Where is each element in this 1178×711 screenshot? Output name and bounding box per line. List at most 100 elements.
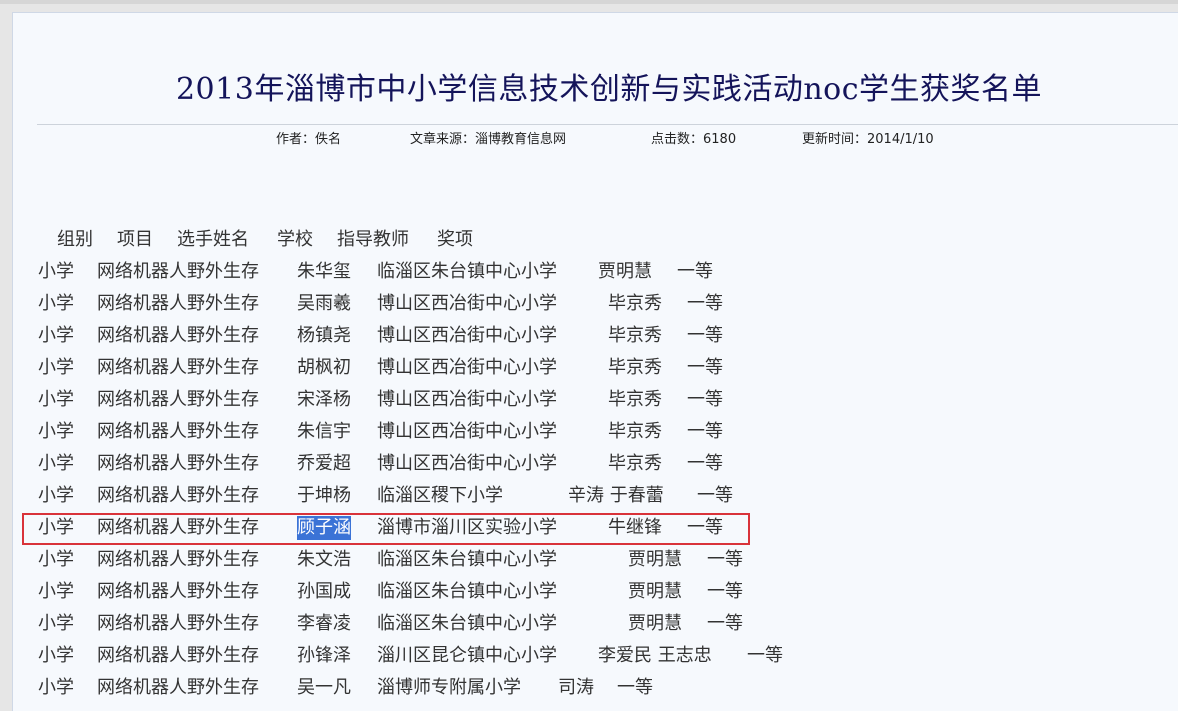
meta-source: 文章来源：淄博教育信息网 bbox=[410, 128, 566, 147]
meta-source-label: 文章来源： bbox=[410, 132, 476, 147]
cell-school: 博山区西冶街中心小学 bbox=[377, 293, 557, 314]
meta-hits-value: 6180 bbox=[703, 132, 737, 147]
cell-name: 杨镇尧 bbox=[297, 325, 351, 346]
cell-project: 网络机器人野外生存 bbox=[97, 389, 259, 410]
cell-award: 一等 bbox=[707, 549, 743, 570]
cell-name: 宋泽杨 bbox=[297, 389, 351, 410]
cell-teacher: 毕京秀 bbox=[608, 325, 662, 346]
cell-project: 网络机器人野外生存 bbox=[97, 613, 259, 634]
cell-school: 临淄区朱台镇中心小学 bbox=[377, 613, 557, 634]
cell-award: 一等 bbox=[687, 421, 723, 442]
meta-author: 作者：佚名 bbox=[276, 128, 341, 147]
meta-source-value: 淄博教育信息网 bbox=[475, 132, 567, 147]
header-project: 项目 bbox=[117, 229, 153, 250]
cell-teacher: 毕京秀 bbox=[608, 389, 662, 410]
cell-teacher: 毕京秀 bbox=[608, 453, 662, 474]
cell-project: 网络机器人野外生存 bbox=[97, 357, 259, 378]
cell-teacher: 毕京秀 bbox=[608, 293, 662, 314]
cell-name: 朱信宇 bbox=[297, 421, 351, 442]
meta-hits-label: 点击数： bbox=[651, 132, 704, 147]
cell-name: 胡枫初 bbox=[297, 357, 351, 378]
cell-name: 吴一凡 bbox=[297, 677, 351, 698]
cell-award: 一等 bbox=[687, 389, 723, 410]
cell-project: 网络机器人野外生存 bbox=[97, 453, 259, 474]
cell-teacher: 贾明慧 bbox=[628, 613, 682, 634]
cell-group: 小学 bbox=[38, 453, 74, 474]
cell-school: 临淄区朱台镇中心小学 bbox=[377, 581, 557, 602]
cell-school: 博山区西冶街中心小学 bbox=[377, 453, 557, 474]
cell-group: 小学 bbox=[38, 549, 74, 570]
cell-group: 小学 bbox=[38, 421, 74, 442]
top-bar bbox=[0, 0, 1178, 4]
cell-project: 网络机器人野外生存 bbox=[97, 293, 259, 314]
cell-award: 一等 bbox=[697, 485, 733, 506]
cell-school: 博山区西冶街中心小学 bbox=[377, 421, 557, 442]
cell-award: 一等 bbox=[687, 325, 723, 346]
cell-project: 网络机器人野外生存 bbox=[97, 549, 259, 570]
cell-award: 一等 bbox=[747, 645, 783, 666]
cell-school: 博山区西冶街中心小学 bbox=[377, 325, 557, 346]
cell-teacher: 贾明慧 bbox=[628, 581, 682, 602]
cell-group: 小学 bbox=[38, 293, 74, 314]
cell-group: 小学 bbox=[38, 325, 74, 346]
meta-updated-value: 2014/1/10 bbox=[867, 132, 934, 147]
cell-teacher: 毕京秀 bbox=[608, 421, 662, 442]
header-teacher: 指导教师 bbox=[337, 229, 409, 250]
meta-updated: 更新时间：2014/1/10 bbox=[802, 128, 934, 147]
cell-group: 小学 bbox=[38, 613, 74, 634]
cell-group: 小学 bbox=[38, 581, 74, 602]
meta-author-label: 作者： bbox=[276, 132, 316, 147]
cell-name: 吴雨羲 bbox=[297, 293, 351, 314]
cell-project: 网络机器人野外生存 bbox=[97, 325, 259, 346]
cell-award: 一等 bbox=[707, 613, 743, 634]
cell-school: 临淄区朱台镇中心小学 bbox=[377, 549, 557, 570]
cell-name: 朱华玺 bbox=[297, 261, 351, 282]
cell-group: 小学 bbox=[38, 389, 74, 410]
cell-school: 博山区西冶街中心小学 bbox=[377, 357, 557, 378]
page-title: 2013年淄博市中小学信息技术创新与实践活动noc学生获奖名单 bbox=[175, 72, 1043, 107]
cell-name: 乔爱超 bbox=[297, 453, 351, 474]
cell-award: 一等 bbox=[677, 261, 713, 282]
cell-school: 淄博师专附属小学 bbox=[377, 677, 521, 698]
meta-hits: 点击数：6180 bbox=[651, 128, 736, 147]
cell-name: 朱文浩 bbox=[297, 549, 351, 570]
cell-name: 李睿凌 bbox=[297, 613, 351, 634]
cell-name: 孙锋泽 bbox=[297, 645, 351, 666]
header-award: 奖项 bbox=[437, 229, 473, 250]
meta-author-value: 佚名 bbox=[315, 132, 342, 147]
cell-teacher: 贾明慧 bbox=[628, 549, 682, 570]
header-group: 组别 bbox=[57, 229, 93, 250]
cell-group: 小学 bbox=[38, 485, 74, 506]
cell-teacher: 毕京秀 bbox=[608, 357, 662, 378]
cell-teacher: 司涛 bbox=[558, 677, 594, 698]
cell-group: 小学 bbox=[38, 261, 74, 282]
cell-school: 临淄区稷下小学 bbox=[377, 485, 503, 506]
cell-name: 孙国成 bbox=[297, 581, 351, 602]
cell-group: 小学 bbox=[38, 645, 74, 666]
cell-project: 网络机器人野外生存 bbox=[97, 581, 259, 602]
cell-name: 于坤杨 bbox=[297, 485, 351, 506]
cell-group: 小学 bbox=[38, 357, 74, 378]
header-school: 学校 bbox=[277, 229, 313, 250]
cell-teacher: 贾明慧 bbox=[598, 261, 652, 282]
cell-award: 一等 bbox=[687, 357, 723, 378]
title-divider bbox=[37, 124, 1178, 125]
cell-project: 网络机器人野外生存 bbox=[97, 645, 259, 666]
cell-teacher: 李爱民 王志忠 bbox=[598, 645, 712, 666]
cell-school: 淄川区昆仑镇中心小学 bbox=[377, 645, 557, 666]
header-name: 选手姓名 bbox=[177, 229, 249, 250]
cell-award: 一等 bbox=[617, 677, 653, 698]
cell-project: 网络机器人野外生存 bbox=[97, 421, 259, 442]
cell-project: 网络机器人野外生存 bbox=[97, 261, 259, 282]
cell-award: 一等 bbox=[687, 453, 723, 474]
cell-group: 小学 bbox=[38, 677, 74, 698]
cell-project: 网络机器人野外生存 bbox=[97, 485, 259, 506]
meta-updated-label: 更新时间： bbox=[802, 132, 868, 147]
cell-project: 网络机器人野外生存 bbox=[97, 677, 259, 698]
cell-award: 一等 bbox=[687, 293, 723, 314]
cell-school: 临淄区朱台镇中心小学 bbox=[377, 261, 557, 282]
cell-teacher: 辛涛 于春蕾 bbox=[568, 485, 664, 506]
cell-award: 一等 bbox=[707, 581, 743, 602]
cell-school: 博山区西冶街中心小学 bbox=[377, 389, 557, 410]
annotation-box bbox=[22, 513, 750, 545]
